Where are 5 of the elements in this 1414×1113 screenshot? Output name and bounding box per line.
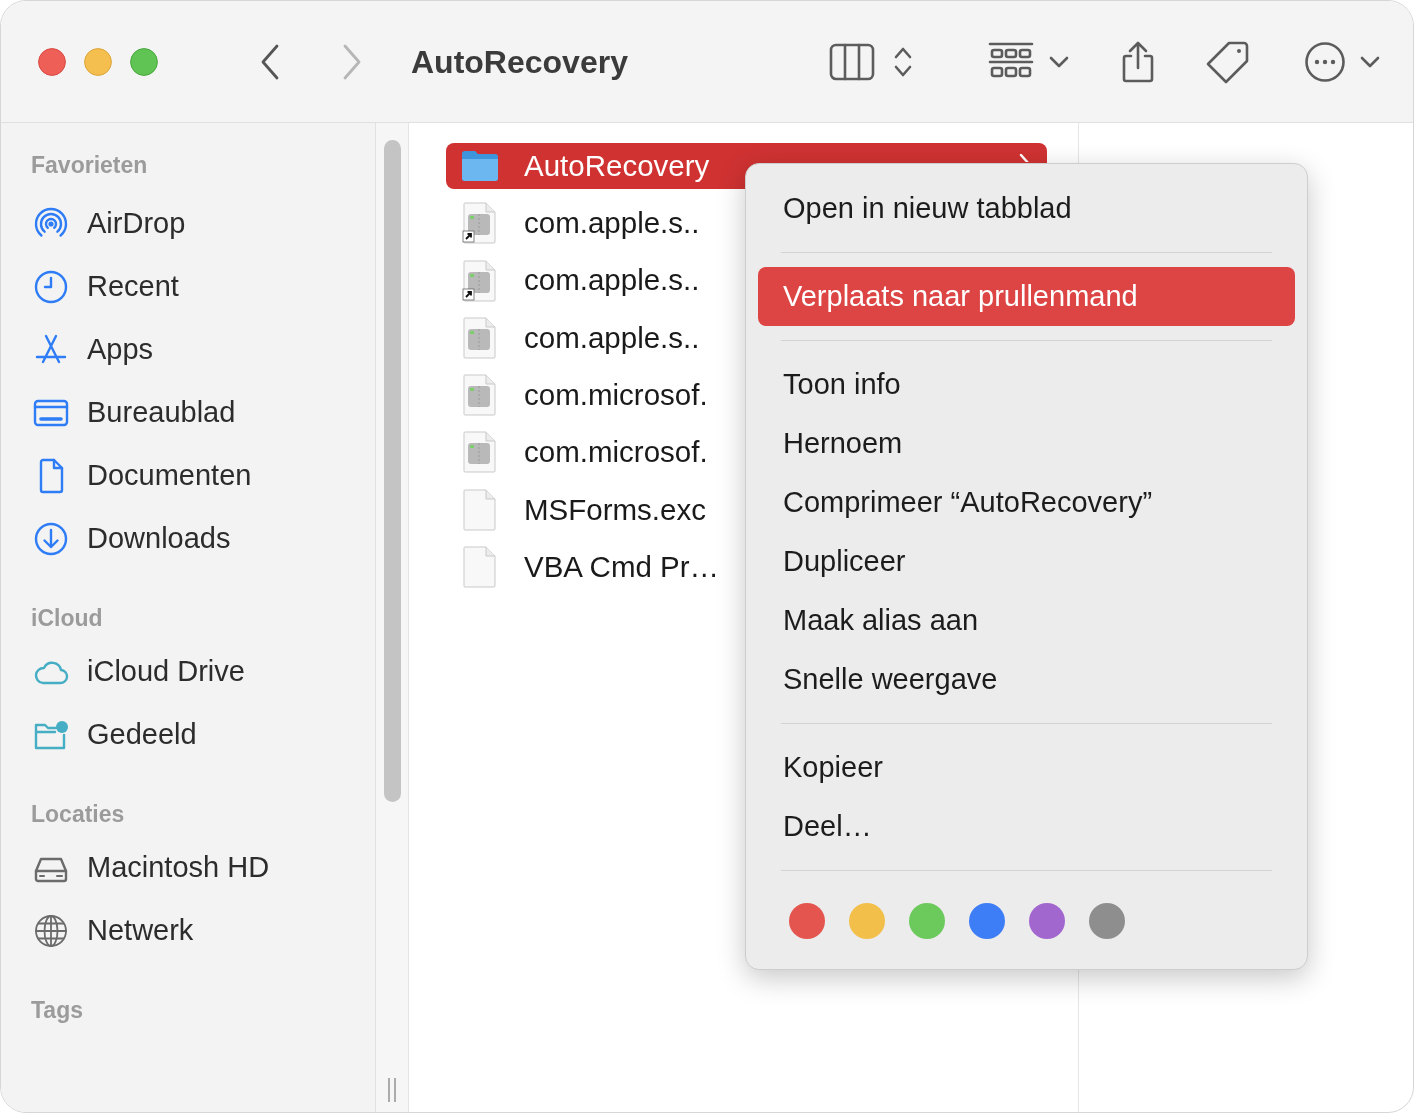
section-heading: Locaties xyxy=(30,800,126,829)
window-title: AutoRecovery xyxy=(411,42,628,82)
section-heading: Tags xyxy=(30,996,84,1025)
section-heading: Favorieten xyxy=(30,151,149,180)
section-heading: iCloud xyxy=(30,604,104,633)
